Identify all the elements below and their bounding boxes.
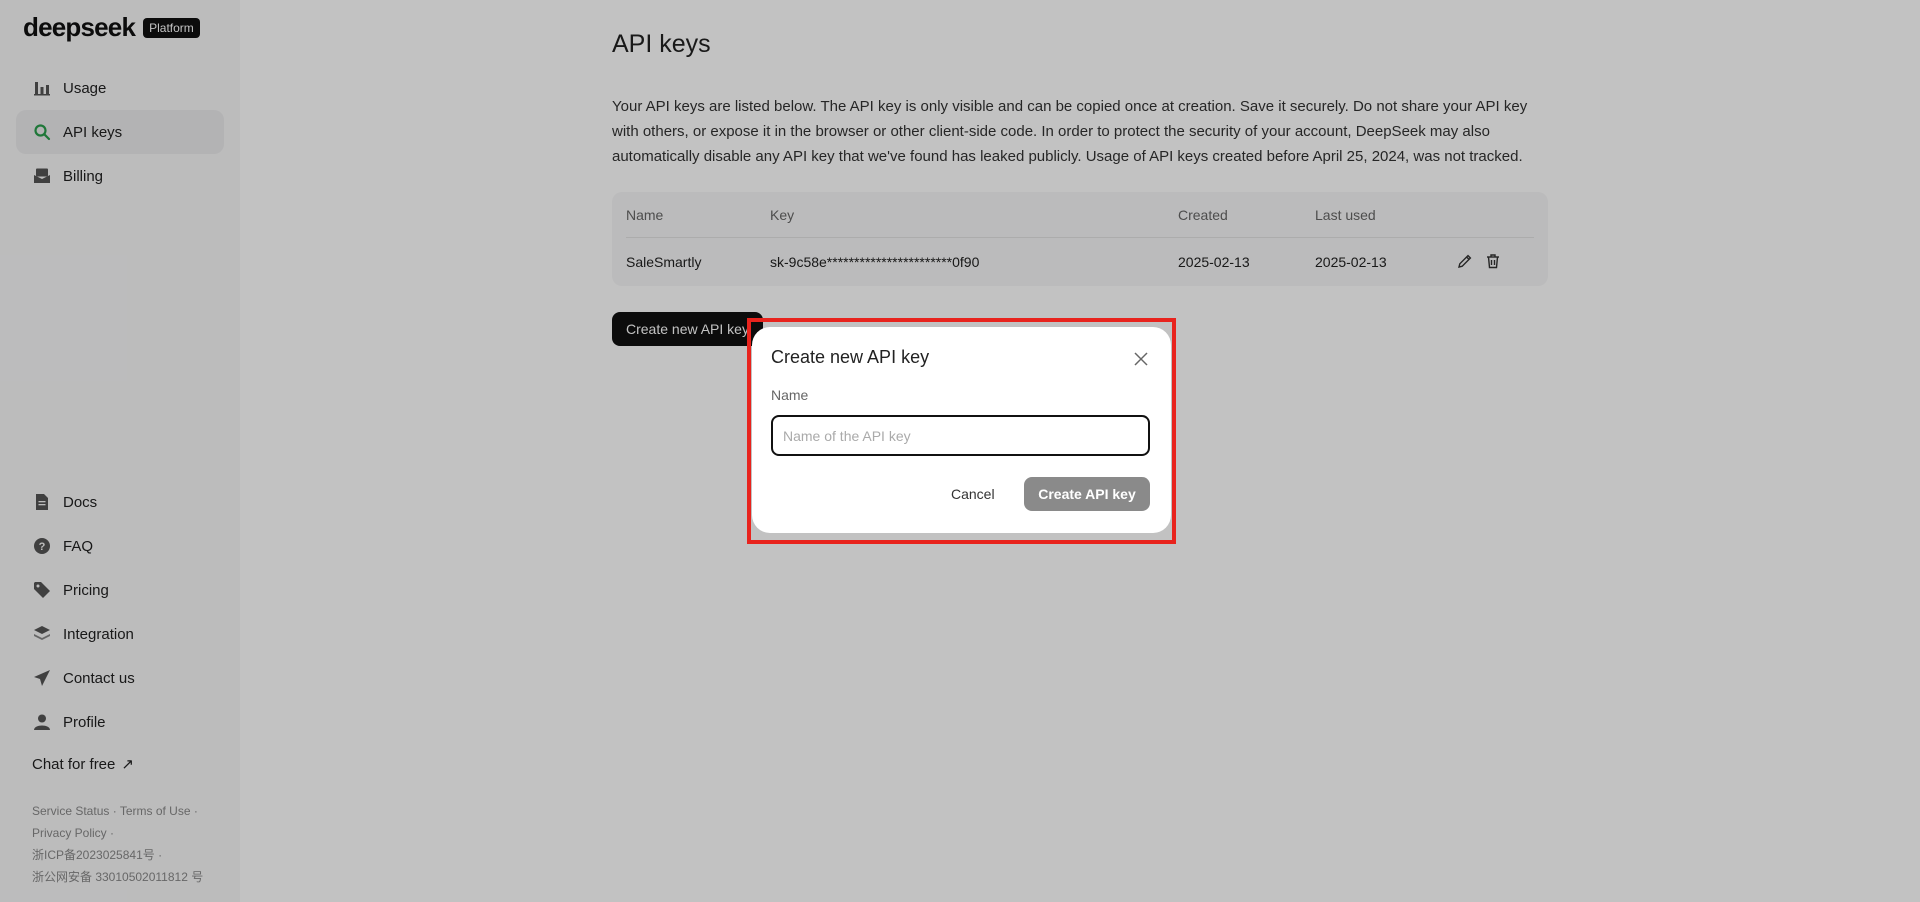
cancel-button[interactable]: Cancel bbox=[943, 477, 1003, 511]
name-label: Name bbox=[771, 387, 809, 403]
create-api-key-button[interactable]: Create API key bbox=[1024, 477, 1150, 511]
close-icon[interactable] bbox=[1133, 351, 1149, 367]
create-api-key-dialog: Create new API key Name Cancel Create AP… bbox=[752, 327, 1171, 533]
api-key-name-input[interactable] bbox=[771, 415, 1150, 456]
dialog-title: Create new API key bbox=[771, 347, 930, 367]
